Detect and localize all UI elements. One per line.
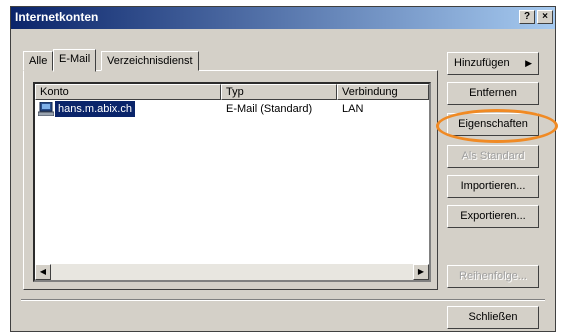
add-button-label: Hinzufügen: [454, 57, 510, 69]
tab-label: E-Mail: [59, 53, 91, 65]
add-button[interactable]: Hinzufügen ▶: [447, 52, 539, 75]
scroll-right-button[interactable]: ▶: [413, 264, 429, 280]
close-window-button[interactable]: ×: [537, 10, 553, 24]
tab-label: Alle: [29, 55, 48, 67]
import-button[interactable]: Importieren...: [447, 175, 539, 198]
tab-verzeichnisdienst[interactable]: Verzeichnisdienst: [101, 51, 199, 71]
window-title: Internetkonten: [15, 10, 99, 24]
close-button[interactable]: Schließen: [447, 306, 539, 329]
title-bar: Internetkonten ? ×: [11, 7, 555, 29]
order-button[interactable]: Reihenfolge...: [447, 265, 539, 288]
column-header-verbindung[interactable]: Verbindung: [337, 84, 429, 100]
help-button[interactable]: ?: [519, 10, 535, 24]
account-name-cell: hans.m.abix.ch: [55, 101, 135, 117]
tab-label: Verzeichnisdienst: [107, 55, 193, 67]
remove-button[interactable]: Entfernen: [447, 82, 539, 105]
internet-accounts-dialog: Internetkonten ? × Alle E-Mail Verzeichn…: [10, 6, 558, 332]
account-connection-cell: LAN: [342, 103, 364, 115]
scroll-left-button[interactable]: ◀: [35, 264, 51, 280]
account-list[interactable]: Konto Typ Verbindung hans.m.abix.ch E-Ma…: [33, 82, 431, 282]
table-row[interactable]: hans.m.abix.ch E-Mail (Standard) LAN: [35, 101, 429, 117]
submenu-arrow-icon: ▶: [525, 58, 532, 68]
set-default-button[interactable]: Als Standard: [447, 145, 539, 168]
column-header-typ[interactable]: Typ: [221, 84, 337, 100]
tab-email[interactable]: E-Mail: [53, 49, 97, 72]
separator: [21, 299, 545, 301]
column-header-konto[interactable]: Konto: [35, 84, 221, 100]
account-type-cell: E-Mail (Standard): [226, 103, 313, 115]
tab-alle[interactable]: Alle: [23, 51, 54, 71]
computer-icon: [37, 101, 55, 117]
export-button[interactable]: Exportieren...: [447, 205, 539, 228]
horizontal-scrollbar[interactable]: ◀ ▶: [35, 264, 429, 280]
annotation-circle: [436, 109, 558, 143]
